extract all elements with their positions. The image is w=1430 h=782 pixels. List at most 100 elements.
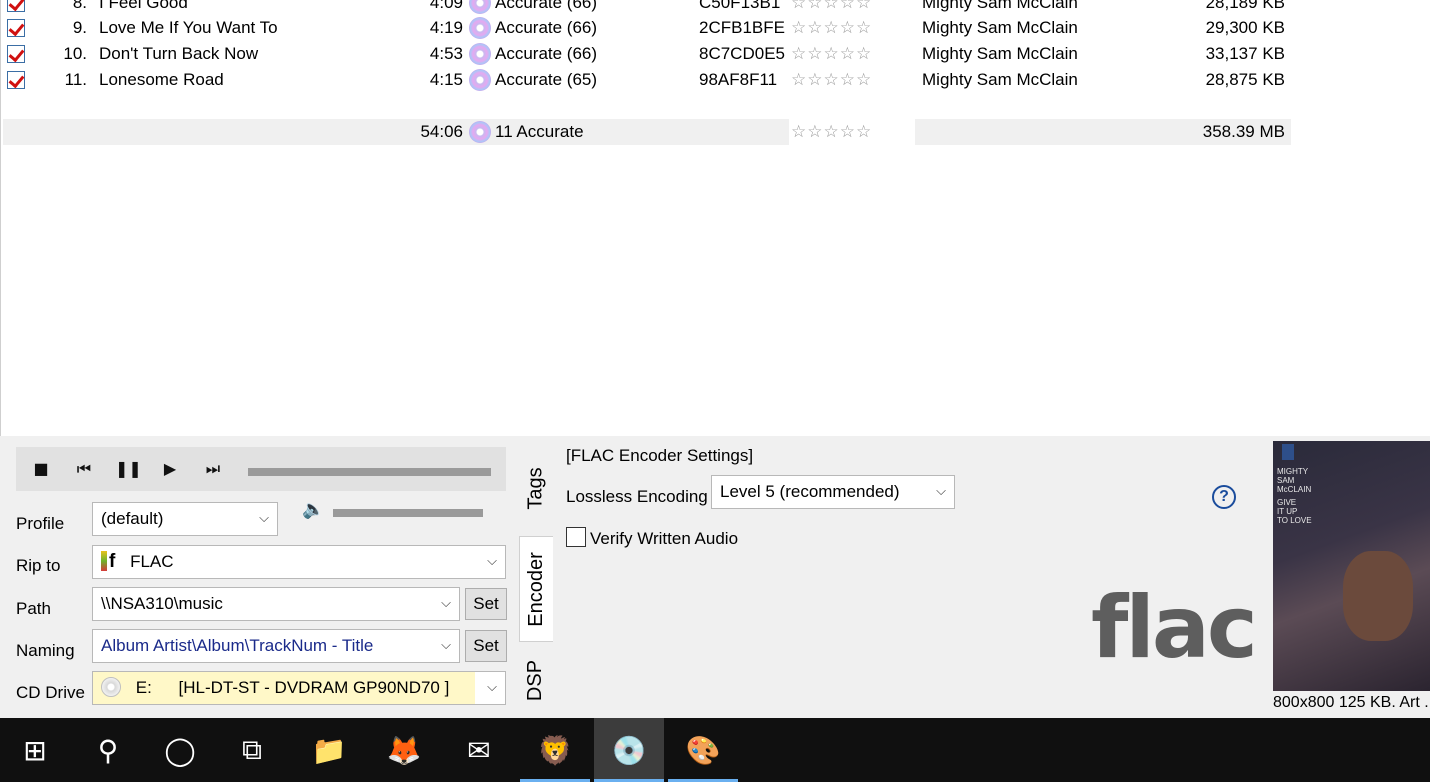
chevron-down-icon: ⌵ bbox=[441, 638, 451, 653]
track-crc: 8C7CD0E5 bbox=[699, 44, 785, 63]
path-label: Path bbox=[16, 599, 51, 618]
track-row[interactable]: 11. Lonesome Road 4:15 Accurate (65) 98A… bbox=[1, 67, 1301, 93]
track-artist[interactable]: Mighty Sam McClain bbox=[922, 41, 1078, 67]
path-set-button[interactable]: Set bbox=[465, 588, 507, 620]
album-art-figure bbox=[1343, 551, 1413, 641]
flac-format-badge: f bbox=[109, 551, 116, 572]
brave-browser-icon[interactable]: 🦁 bbox=[520, 718, 590, 782]
brave-browser-glyph: 🦁 bbox=[537, 733, 573, 767]
rip-to-value: FLAC bbox=[130, 552, 174, 571]
help-icon[interactable]: ? bbox=[1212, 485, 1236, 509]
seek-slider[interactable] bbox=[248, 468, 491, 476]
track-length: 4:15 bbox=[429, 70, 463, 89]
track-checkbox[interactable] bbox=[7, 45, 25, 63]
total-size: 358.39 MB bbox=[1202, 122, 1285, 141]
total-rating: ☆☆☆☆☆ bbox=[791, 122, 873, 141]
windows-taskbar: ⊞ ⚲ ◯ ⧉ 📁 🦊 ✉ 🦁 💿 🎨 bbox=[0, 718, 1430, 782]
track-rating[interactable]: ☆☆☆☆☆ bbox=[791, 15, 872, 41]
chevron-down-icon: ⌵ bbox=[487, 554, 497, 569]
tab-tags[interactable]: Tags bbox=[520, 446, 552, 530]
track-size: 29,300 KB bbox=[1205, 18, 1285, 37]
windows-start-icon[interactable]: ⊞ bbox=[0, 718, 70, 782]
file-explorer-icon[interactable]: 📁 bbox=[294, 718, 364, 782]
speaker-icon[interactable]: 🔈 bbox=[302, 499, 328, 523]
profile-value: (default) bbox=[101, 509, 164, 528]
track-row[interactable]: 9. Love Me If You Want To 4:19 Accurate … bbox=[1, 15, 1301, 41]
next-track-icon[interactable]: ⏭ bbox=[201, 457, 225, 481]
naming-label: Naming bbox=[16, 641, 75, 660]
track-accuracy: Accurate (66) bbox=[495, 18, 598, 37]
paint-icon[interactable]: 🎨 bbox=[668, 718, 738, 782]
track-artist[interactable]: Mighty Sam McClain bbox=[922, 15, 1078, 41]
paint-glyph: 🎨 bbox=[685, 733, 721, 767]
track-checkbox[interactable] bbox=[7, 19, 25, 37]
chevron-down-icon: ⌵ bbox=[259, 511, 269, 526]
pause-icon[interactable]: ❚❚ bbox=[115, 457, 142, 481]
play-icon[interactable]: ▶ bbox=[158, 457, 182, 481]
album-art-image[interactable]: MIGHTY SAM McCLAIN GIVE IT UP TO LOVE bbox=[1273, 441, 1430, 691]
compression-level-value: Level 5 (recommended) bbox=[720, 482, 900, 501]
tab-dsp-label: DSP bbox=[524, 659, 547, 701]
track-artist[interactable]: Mighty Sam McClain bbox=[922, 67, 1078, 93]
total-accuracy: 11 Accurate bbox=[495, 122, 584, 141]
rip-to-dropdown[interactable]: f FLAC ⌵ bbox=[92, 545, 506, 579]
track-number: 9. bbox=[72, 18, 87, 37]
rip-to-label: Rip to bbox=[16, 556, 61, 575]
accuraterip-disc-icon bbox=[469, 121, 491, 143]
track-rating[interactable]: ☆☆☆☆☆ bbox=[791, 67, 872, 93]
track-crc: 2CFB1BFE bbox=[699, 18, 785, 37]
chevron-down-icon: ⌵ bbox=[936, 484, 946, 499]
chevron-down-icon: ⌵ bbox=[441, 596, 451, 611]
track-row[interactable]: 10. Don't Turn Back Now 4:53 Accurate (6… bbox=[1, 41, 1301, 67]
naming-value: Album Artist\Album\TrackNum - Title bbox=[101, 636, 374, 655]
encoder-settings-title: [FLAC Encoder Settings] bbox=[566, 446, 754, 465]
album-art-info: 800x800 125 KB. Art ... bbox=[1273, 694, 1430, 711]
verify-written-audio-label[interactable]: Verify Written Audio bbox=[590, 529, 738, 549]
track-list: 8. I Feel Good 4:09 Accurate (66) C50F13… bbox=[0, 0, 1430, 436]
verify-written-audio-checkbox[interactable] bbox=[566, 527, 586, 547]
task-view-icon[interactable]: ⧉ bbox=[217, 718, 287, 782]
track-size: 33,137 KB bbox=[1205, 44, 1285, 63]
album-art-cover-text: MIGHTY SAM McCLAIN GIVE IT UP TO LOVE bbox=[1277, 467, 1312, 525]
search-icon[interactable]: ⚲ bbox=[73, 718, 143, 782]
track-length: 4:53 bbox=[429, 44, 463, 63]
stop-icon[interactable]: ■ bbox=[29, 457, 53, 481]
tab-encoder[interactable]: Encoder bbox=[519, 536, 553, 642]
track-crc: 98AF8F11 bbox=[699, 70, 778, 89]
volume-slider[interactable] bbox=[333, 509, 483, 517]
track-title[interactable]: Love Me If You Want To bbox=[99, 15, 278, 41]
track-artist[interactable]: Mighty Sam McClain bbox=[922, 0, 1078, 16]
mail-icon[interactable]: ✉ bbox=[444, 718, 514, 782]
naming-dropdown[interactable]: Album Artist\Album\TrackNum - Title ⌵ bbox=[92, 629, 460, 663]
accuraterip-disc-icon bbox=[469, 43, 491, 65]
compression-level-dropdown[interactable]: Level 5 (recommended) ⌵ bbox=[711, 475, 955, 509]
track-title[interactable]: Don't Turn Back Now bbox=[99, 41, 258, 67]
foobar-icon[interactable]: 🦊 bbox=[369, 718, 439, 782]
track-crc: C50F13B1 bbox=[699, 0, 781, 12]
cd-drive-value: [HL-DT-ST - DVDRAM GP90ND70 ] bbox=[178, 678, 450, 697]
cortana-icon[interactable]: ◯ bbox=[145, 718, 215, 782]
track-size: 28,875 KB bbox=[1205, 70, 1285, 89]
profile-label: Profile bbox=[16, 514, 65, 533]
track-size: 28,189 KB bbox=[1205, 0, 1285, 12]
encoder-settings-pane: [FLAC Encoder Settings] Lossless Encodin… bbox=[556, 440, 1268, 718]
track-rating[interactable]: ☆☆☆☆☆ bbox=[791, 41, 872, 67]
track-title[interactable]: Lonesome Road bbox=[99, 67, 224, 93]
profile-dropdown[interactable]: (default) ⌵ bbox=[92, 502, 278, 536]
tab-dsp[interactable]: DSP bbox=[520, 648, 552, 712]
track-row[interactable]: 8. I Feel Good 4:09 Accurate (66) C50F13… bbox=[1, 0, 1301, 16]
path-dropdown[interactable]: \\NSA310\music ⌵ bbox=[92, 587, 460, 621]
cd-ripper-icon[interactable]: 💿 bbox=[594, 718, 664, 782]
track-length: 4:19 bbox=[429, 18, 463, 37]
track-checkbox[interactable] bbox=[7, 0, 25, 12]
track-rating[interactable]: ☆☆☆☆☆ bbox=[791, 0, 872, 16]
track-accuracy: Accurate (66) bbox=[495, 0, 598, 12]
naming-set-button[interactable]: Set bbox=[465, 630, 507, 662]
track-accuracy: Accurate (65) bbox=[495, 70, 598, 89]
control-panel: ■ ⏮ ❚❚ ▶ ⏭ 🔈 Profile (default) ⌵ Rip to … bbox=[0, 436, 1430, 718]
cd-drive-dropdown[interactable]: E: [HL-DT-ST - DVDRAM GP90ND70 ] ⌵ bbox=[92, 671, 506, 705]
previous-track-icon[interactable]: ⏮ bbox=[72, 457, 96, 481]
track-checkbox[interactable] bbox=[7, 71, 25, 89]
track-title[interactable]: I Feel Good bbox=[99, 0, 188, 16]
cd-disc-icon bbox=[101, 677, 121, 697]
